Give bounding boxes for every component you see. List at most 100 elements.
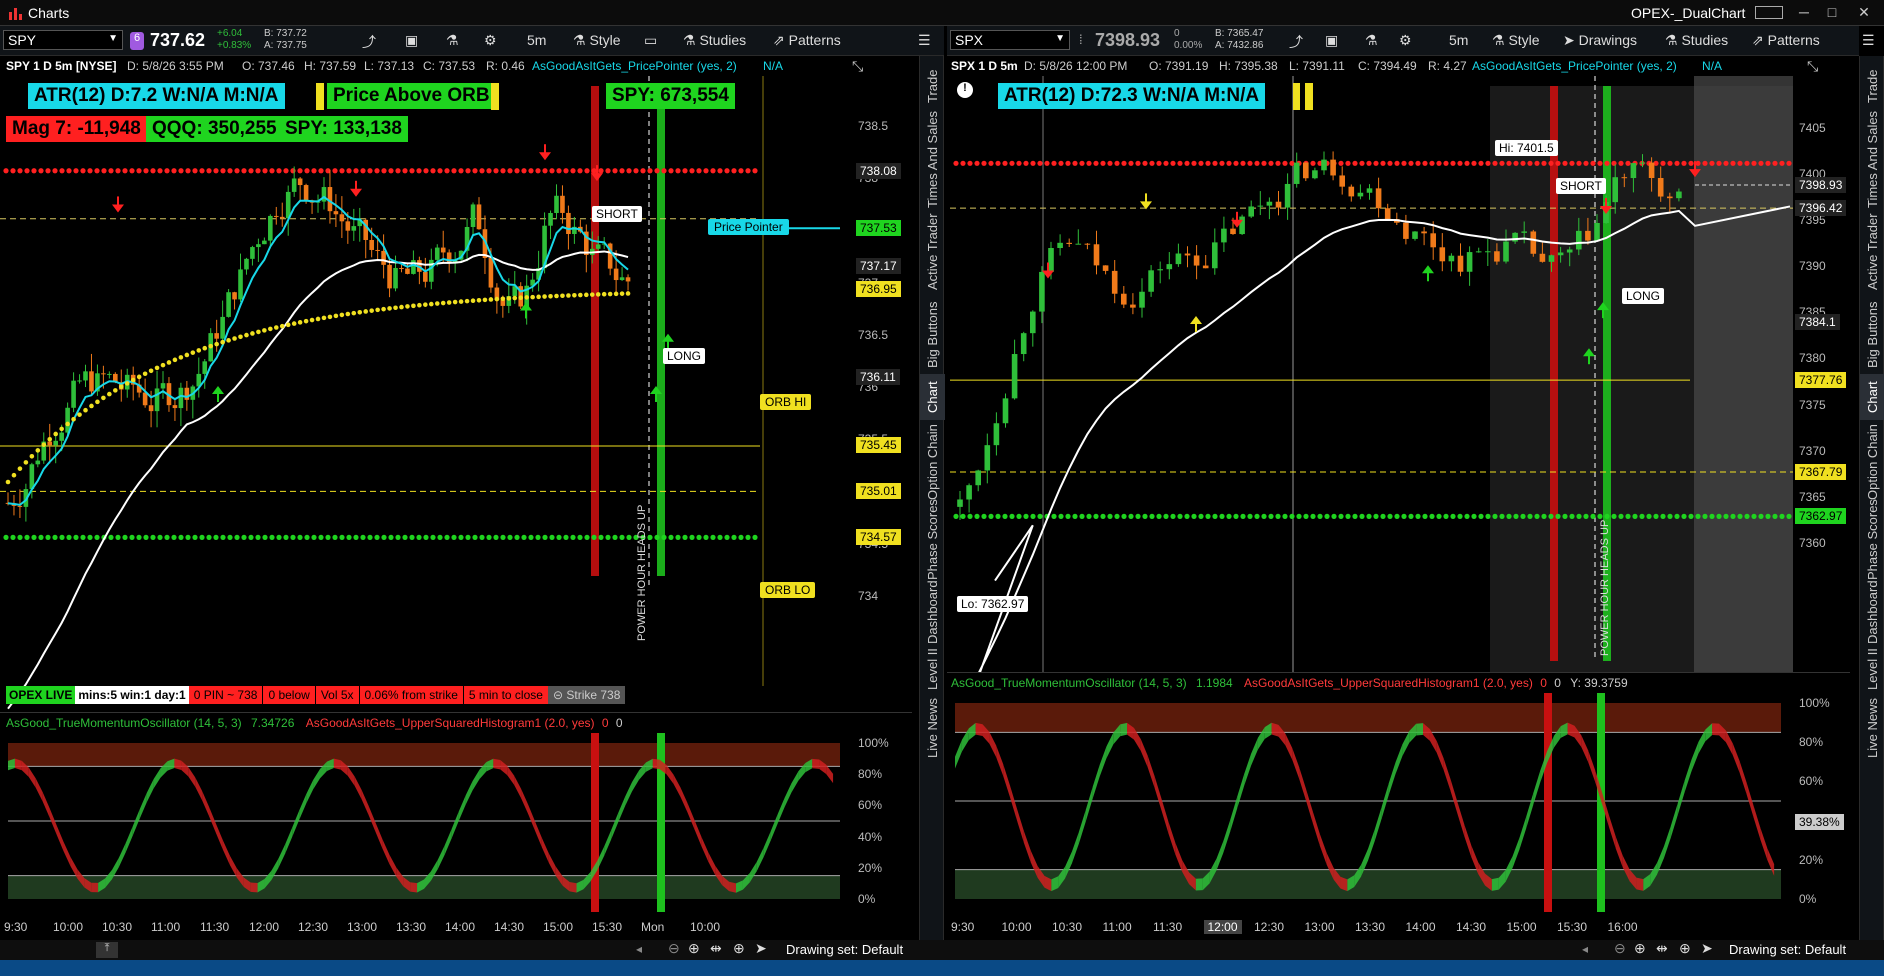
right-red-resistance-dot xyxy=(1492,160,1498,166)
right-drawings-button[interactable]: ➤ Drawings xyxy=(1563,32,1637,49)
right-price-axis[interactable]: 7405 7400 7395 7390 7385 7380 7375 7370 7365 7360… xyxy=(1793,76,1850,676)
pointer-icon[interactable]: ➤ xyxy=(1701,940,1713,957)
drawing-rect-icon[interactable]: ▭ xyxy=(644,32,657,49)
layout-icon[interactable] xyxy=(1755,6,1783,19)
left-green-support-dot xyxy=(234,534,240,540)
right-menu-icon[interactable]: ☰ xyxy=(1862,32,1875,49)
right-side-tab-active-trader[interactable]: Active Trader xyxy=(1860,208,1884,296)
right-drawing-set[interactable]: Drawing set: Default xyxy=(1729,942,1846,957)
right-studies-button[interactable]: ⚗ Studies xyxy=(1665,32,1728,49)
right-osc-canvas[interactable] xyxy=(947,693,1793,913)
right-green-support-dot xyxy=(1338,513,1344,519)
pointer-icon[interactable]: ➤ xyxy=(755,940,767,957)
right-side-tab-big-buttons[interactable]: Big Buttons xyxy=(1860,296,1884,374)
flask-icon[interactable]: ⚗ xyxy=(1365,32,1378,49)
right-style-button[interactable]: ⚗ Style xyxy=(1492,32,1540,49)
left-side-tab-chart[interactable]: Chart xyxy=(920,374,945,420)
left-side-tab-live-news[interactable]: Live News xyxy=(920,694,945,762)
right-patterns-button[interactable]: ⇗ Patterns xyxy=(1752,32,1820,49)
right-osc-name[interactable]: AsGood_TrueMomentumOscillator (14, 5, 3) xyxy=(951,676,1187,690)
left-side-tab-dashboard[interactable]: Dashboard xyxy=(920,580,945,644)
gear-icon[interactable]: ⚙ xyxy=(484,32,497,49)
close-icon[interactable]: ✕ xyxy=(1856,5,1872,19)
right-power-hour-label: POWER HOUR HEADS UP xyxy=(1599,519,1611,656)
pan-icon[interactable]: ⇹ xyxy=(710,940,722,957)
right-side-tab-live-news[interactable]: Live News xyxy=(1860,694,1884,762)
left-price-chart-canvas[interactable] xyxy=(0,76,852,712)
right-side-tab-times-and-sales[interactable]: Times And Sales xyxy=(1860,111,1884,208)
left-side-tab-active-trader[interactable]: Active Trader xyxy=(920,208,945,296)
minimize-icon[interactable]: ─ xyxy=(1796,5,1812,19)
left-side-tab-trade[interactable]: Trade xyxy=(920,56,945,116)
zoom-out-icon[interactable]: ⊖ xyxy=(668,940,680,957)
crosshair-icon[interactable]: ⊕ xyxy=(1679,940,1691,957)
right-side-tab-level-ii[interactable]: Level II xyxy=(1860,644,1884,694)
collapse-icon[interactable]: ⤡ xyxy=(852,58,863,75)
left-osc-canvas[interactable] xyxy=(0,733,852,913)
left-osc-name[interactable]: AsGood_TrueMomentumOscillator (14, 5, 3) xyxy=(6,716,242,730)
left-info-study[interactable]: AsGoodAsItGets_PricePointer (yes, 2) xyxy=(532,59,737,73)
left-osc-band xyxy=(42,792,50,818)
left-candle xyxy=(172,405,178,409)
right-time-axis[interactable]: 9:30 10:00 10:30 11:00 11:30 12:00 12:30 13:00 1… xyxy=(947,912,1793,940)
right-side-tab-dashboard[interactable]: Dashboard xyxy=(1860,580,1884,644)
menu-icon[interactable]: ☰ xyxy=(918,32,931,49)
right-osc-hist[interactable]: AsGoodAsItGets_UpperSquaredHistogram1 (2… xyxy=(1244,676,1533,690)
left-side-tab-big-buttons[interactable]: Big Buttons xyxy=(920,296,945,374)
left-drawing-set[interactable]: Drawing set: Default xyxy=(786,942,903,957)
gear-icon[interactable]: ⚙ xyxy=(1399,32,1412,49)
right-side-tab-chart[interactable]: Chart xyxy=(1860,374,1884,420)
right-side-tab-trade[interactable]: Trade xyxy=(1860,56,1884,116)
share-icon[interactable]: ⤴ xyxy=(1289,32,1303,52)
left-red-resistance-dot xyxy=(514,168,520,174)
link-icon[interactable]: ⁞ xyxy=(1079,32,1083,47)
right-info-study[interactable]: AsGoodAsItGets_PricePointer (yes, 2) xyxy=(1472,59,1677,73)
right-price-chart-canvas[interactable] xyxy=(950,76,1793,676)
collapse-icon[interactable]: ⤡ xyxy=(1807,58,1818,75)
snapshot-icon[interactable]: ▣ xyxy=(1325,32,1338,49)
left-symbol-input[interactable]: SPY ▼ xyxy=(3,30,123,50)
alert-icon[interactable]: ! xyxy=(957,82,973,98)
right-interval-button[interactable]: 5m xyxy=(1449,32,1468,48)
left-side-tab-phase-scores[interactable]: Phase Scores xyxy=(920,499,945,580)
left-price-axis[interactable]: 738.5738737.5737736.5736735.5735734.5734… xyxy=(852,76,912,712)
left-price-chart[interactable]: ATR(12) D:7.2 W:N/A M:N/A Price Above OR… xyxy=(0,76,852,712)
right-symbol-input[interactable]: SPX ▼ xyxy=(950,30,1070,50)
left-side-tab-option-chain[interactable]: Option Chain xyxy=(920,420,945,504)
right-green-support-dot xyxy=(1086,513,1092,519)
right-oscillator-panel[interactable]: AsGood_TrueMomentumOscillator (14, 5, 3)… xyxy=(947,672,1850,913)
left-red-resistance-dot xyxy=(402,168,408,174)
left-side-tab-level-ii[interactable]: Level II xyxy=(920,644,945,694)
scroll-left-icon[interactable]: ◂ xyxy=(1582,942,1588,956)
left-oscillator-panel[interactable]: AsGood_TrueMomentumOscillator (14, 5, 3)… xyxy=(0,712,912,913)
zoom-in-icon[interactable]: ⊕ xyxy=(1634,940,1646,957)
left-style-button[interactable]: ⚗ Style xyxy=(573,32,621,49)
left-vwap-dot xyxy=(268,326,273,332)
zoom-in-icon[interactable]: ⊕ xyxy=(688,940,700,957)
left-short-label: SHORT xyxy=(592,206,642,222)
right-price-chart[interactable]: ! ATR(12) D:72.3 W:N/A M:N/A Hi: 7401.5 … xyxy=(950,76,1793,676)
left-vwap-dot xyxy=(482,297,488,303)
link-icon[interactable]: 6 xyxy=(130,32,144,50)
left-style-label: Style xyxy=(589,32,621,48)
left-side-tab-times-and-sales[interactable]: Times And Sales xyxy=(920,111,945,208)
left-osc-hist[interactable]: AsGoodAsItGets_UpperSquaredHistogram1 (2… xyxy=(306,716,595,730)
maximize-icon[interactable]: □ xyxy=(1824,5,1840,19)
left-studies-button[interactable]: ⚗ Studies xyxy=(683,32,746,49)
expand-icon[interactable]: ⤒ xyxy=(96,942,118,958)
right-side-tab-option-chain[interactable]: Option Chain xyxy=(1860,420,1884,504)
left-time-axis[interactable]: 9:30 10:00 10:30 11:00 11:30 12:00 12:30 13:00 1… xyxy=(0,912,852,940)
pan-icon[interactable]: ⇹ xyxy=(1656,940,1668,957)
snapshot-icon[interactable]: ▣ xyxy=(405,32,418,49)
zoom-out-icon[interactable]: ⊖ xyxy=(1614,940,1626,957)
share-icon[interactable]: ⤴ xyxy=(362,32,376,52)
scroll-left-icon[interactable]: ◂ xyxy=(636,942,642,956)
right-candle xyxy=(1212,242,1218,269)
left-patterns-button[interactable]: ⇗ Patterns xyxy=(773,32,841,49)
left-interval-button[interactable]: 5m xyxy=(527,32,546,48)
left-vwap-dot xyxy=(411,303,416,309)
right-candle xyxy=(1221,228,1227,243)
crosshair-icon[interactable]: ⊕ xyxy=(733,940,745,957)
flask-icon[interactable]: ⚗ xyxy=(446,32,459,49)
right-side-tab-phase-scores[interactable]: Phase Scores xyxy=(1860,499,1884,580)
